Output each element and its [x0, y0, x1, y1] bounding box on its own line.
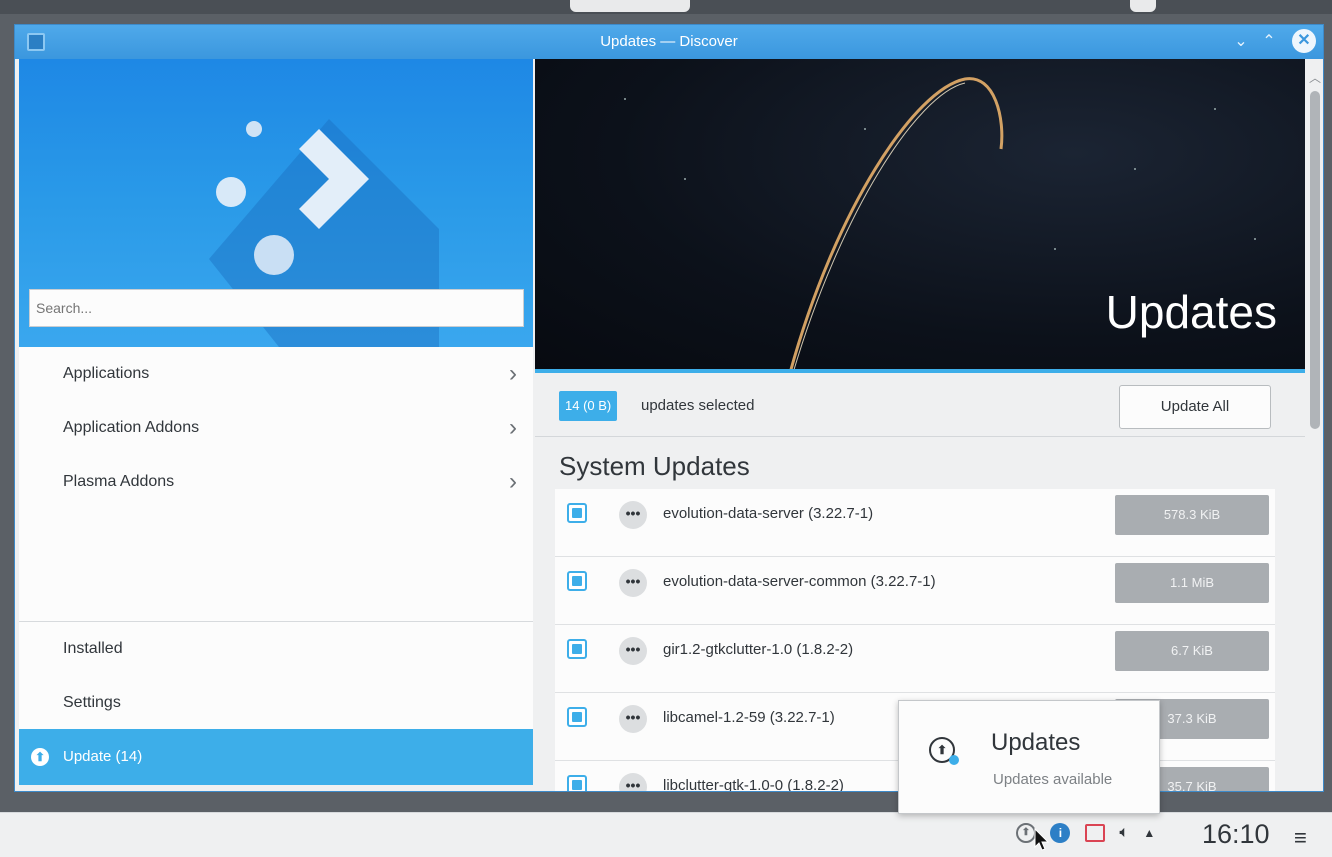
scrollbar-thumb[interactable] — [1310, 91, 1320, 429]
discover-window: Updates — Discover ⌄ ⌃ ✕ Applications › … — [14, 24, 1324, 792]
selected-count-badge: 14 (0 B) — [559, 391, 618, 421]
nav-item-label: Plasma Addons — [63, 473, 175, 490]
clock[interactable]: 16:10 — [1202, 819, 1270, 850]
chevron-right-icon: › — [509, 414, 517, 441]
selection-bar: 14 (0 B) updates selected Update All — [535, 373, 1305, 437]
nav-item-label: Update (14) — [63, 748, 143, 765]
more-options-icon[interactable]: ••• — [619, 569, 647, 597]
taskbar: ⬆ i 🔈︎ ▲ 16:10 ≡ — [0, 812, 1332, 857]
update-checkbox[interactable] — [567, 775, 587, 791]
bottom-nav: Installed Settings — [19, 621, 533, 730]
package-size: 6.7 KiB — [1115, 631, 1269, 671]
sidebar: Applications › Application Addons › Plas… — [19, 59, 533, 785]
nav-item-settings[interactable]: Settings — [19, 676, 533, 730]
desktop-background — [0, 0, 1332, 14]
desktop-widget — [1130, 0, 1156, 12]
nav-item-update[interactable]: ⬆ Update (14) — [19, 729, 533, 785]
chevron-right-icon: › — [509, 468, 517, 495]
network-icon[interactable] — [1084, 824, 1105, 842]
package-size: 578.3 KiB — [1115, 495, 1269, 535]
vertical-scrollbar[interactable]: ︿ ﹀ — [1305, 59, 1323, 792]
selected-label: updates selected — [641, 397, 755, 414]
update-checkbox[interactable] — [567, 639, 587, 659]
scroll-down-icon[interactable]: ﹀ — [1309, 791, 1321, 792]
accessibility-icon[interactable]: i — [1050, 823, 1071, 843]
package-name: evolution-data-server-common (3.22.7-1) — [663, 573, 936, 590]
nav-item-applications[interactable]: Applications › — [19, 347, 533, 401]
update-row: ••• evolution-data-server-common (3.22.7… — [555, 557, 1275, 625]
updates-hero-banner: Updates — [535, 59, 1305, 373]
package-name: libcamel-1.2-59 (3.22.7-1) — [663, 709, 835, 726]
update-checkbox[interactable] — [567, 571, 587, 591]
notification-subtitle: Updates available — [993, 771, 1113, 788]
panel-menu-icon[interactable]: ≡ — [1294, 825, 1307, 851]
nav-item-application-addons[interactable]: Application Addons › — [19, 401, 533, 455]
update-checkbox[interactable] — [567, 707, 587, 727]
package-name: evolution-data-server (3.22.7-1) — [663, 505, 874, 522]
update-checkbox[interactable] — [567, 503, 587, 523]
update-arrow-icon: ⬆ — [31, 748, 49, 766]
window-titlebar[interactable]: Updates — Discover ⌄ ⌃ ✕ — [15, 25, 1323, 59]
package-name: libclutter-gtk-1.0-0 (1.8.2-2) — [663, 777, 844, 792]
category-nav: Applications › Application Addons › Plas… — [19, 347, 533, 509]
expand-tray-icon[interactable]: ▲ — [1143, 826, 1155, 840]
nav-item-label: Applications — [63, 365, 150, 382]
desktop-widget — [570, 0, 690, 12]
more-options-icon[interactable]: ••• — [619, 637, 647, 665]
page-title: Updates — [1105, 286, 1277, 338]
updates-page: Updates 14 (0 B) updates selected Update… — [533, 59, 1323, 792]
window-title: Updates — Discover — [600, 33, 738, 50]
more-options-icon[interactable]: ••• — [619, 501, 647, 529]
update-row: ••• gir1.2-gtkclutter-1.0 (1.8.2-2) 6.7 … — [555, 625, 1275, 693]
more-options-icon[interactable]: ••• — [619, 773, 647, 791]
maximize-button[interactable]: ⌃ — [1257, 30, 1281, 54]
notification-title: Updates — [991, 729, 1081, 756]
section-title: System Updates — [559, 451, 750, 481]
discover-hero-banner — [19, 59, 533, 347]
mouse-cursor — [1034, 828, 1050, 851]
volume-icon[interactable]: 🔈︎ — [1119, 824, 1129, 842]
update-row: ••• evolution-data-server (3.22.7-1) 578… — [555, 489, 1275, 557]
updates-tray-icon[interactable]: ⬆ — [1016, 823, 1036, 843]
nav-item-plasma-addons[interactable]: Plasma Addons › — [19, 455, 533, 509]
update-all-button[interactable]: Update All — [1119, 385, 1271, 429]
close-button[interactable]: ✕ — [1292, 29, 1316, 53]
nav-item-installed[interactable]: Installed — [19, 622, 533, 676]
search-input[interactable] — [29, 289, 524, 327]
scroll-up-icon[interactable]: ︿ — [1309, 69, 1321, 86]
notification-dot — [949, 755, 959, 765]
more-options-icon[interactable]: ••• — [619, 705, 647, 733]
package-name: gir1.2-gtkclutter-1.0 (1.8.2-2) — [663, 641, 854, 658]
nav-item-label: Application Addons — [63, 419, 200, 436]
minimize-button[interactable]: ⌄ — [1229, 30, 1253, 54]
updates-notification[interactable]: ⬆ Updates Updates available — [898, 700, 1160, 814]
chevron-right-icon: › — [509, 360, 517, 387]
package-size: 1.1 MiB — [1115, 563, 1269, 603]
